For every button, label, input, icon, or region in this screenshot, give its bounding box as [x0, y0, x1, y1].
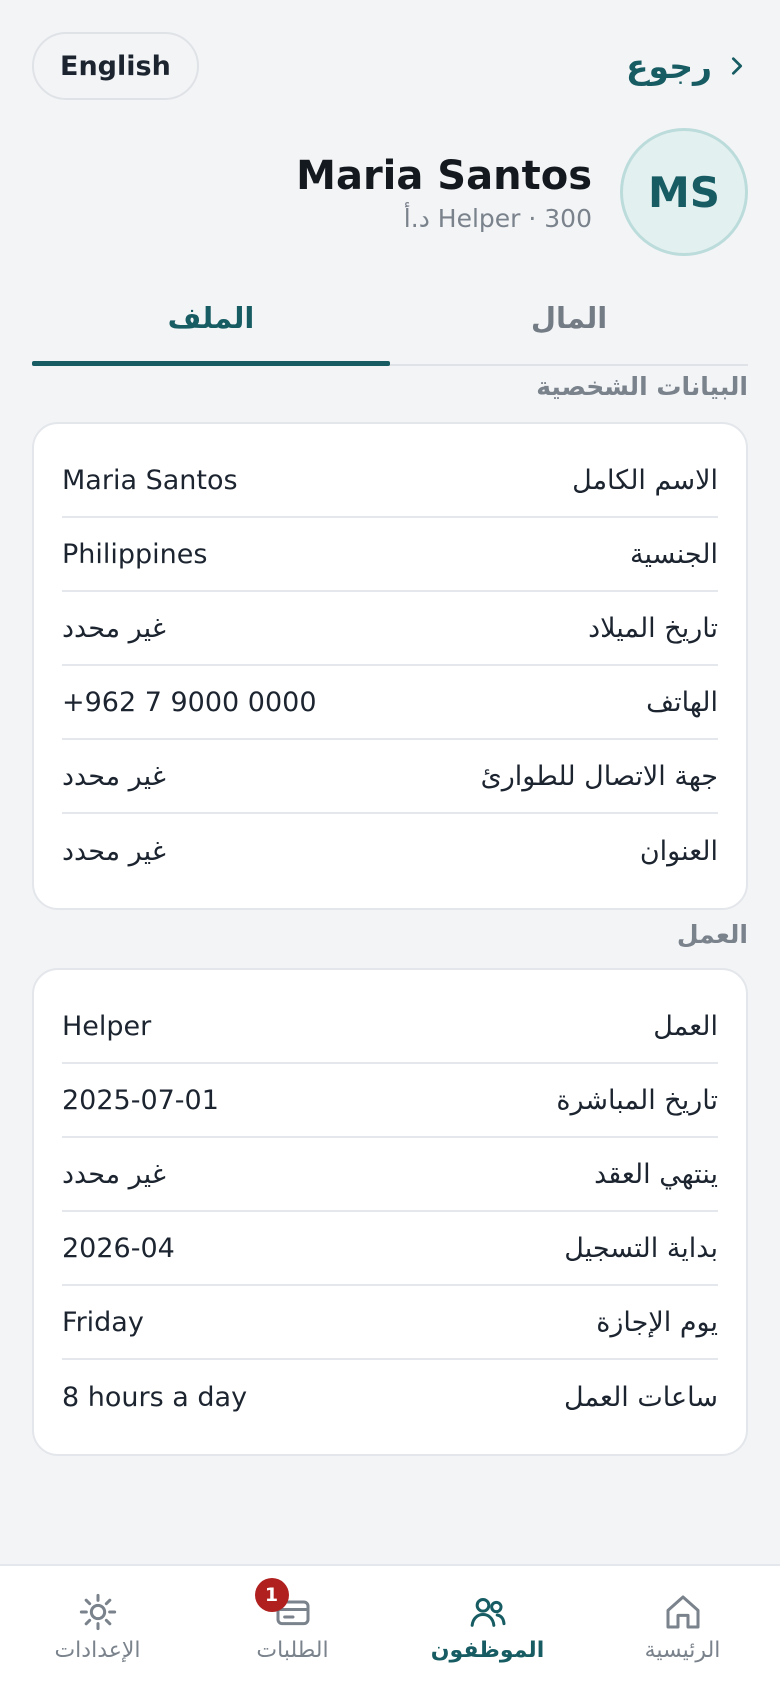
info-row: الاسم الكامل Maria Santos: [62, 444, 718, 518]
row-label: العنوان: [639, 835, 718, 867]
info-row: تاريخ الميلاد غير محدد: [62, 592, 718, 666]
row-value: 2025-07-01: [62, 1084, 219, 1116]
row-label: ساعات العمل: [564, 1381, 718, 1413]
row-value: غير محدد: [62, 1158, 166, 1190]
employee-subtitle: Helper · 300 د.أ: [403, 203, 592, 233]
info-row: العنوان غير محدد: [62, 814, 718, 888]
info-row: جهة الاتصال للطوارئ غير محدد: [62, 740, 718, 814]
row-value: Maria Santos: [62, 464, 238, 496]
info-row: ينتهي العقد غير محدد: [62, 1138, 718, 1212]
row-value: غير محدد: [62, 612, 166, 644]
top-bar: English رجوع: [32, 32, 748, 100]
nav-label: الموظفون: [430, 1637, 545, 1663]
employee-name: Maria Santos: [296, 152, 592, 199]
row-label: تاريخ المباشرة: [556, 1084, 718, 1116]
bottom-nav: الرئيسية الموظفون 1 الطلبات الإعدادات: [0, 1564, 780, 1688]
info-row: العمل Helper: [62, 990, 718, 1064]
avatar: MS: [620, 128, 748, 256]
card-icon: 1: [254, 1577, 313, 1632]
info-row: يوم الإجازة Friday: [62, 1286, 718, 1360]
profile-header: MS Maria Santos Helper · 300 د.أ: [296, 128, 748, 256]
info-row: الجنسية Philippines: [62, 518, 718, 592]
work-info-card: العمل Helper تاريخ المباشرة 2025-07-01 ينت…: [32, 968, 748, 1456]
settings-icon: [78, 1592, 118, 1632]
personal-section-title: البيانات الشخصية: [536, 372, 748, 401]
row-label: الهاتف: [646, 686, 718, 718]
people-icon: [468, 1592, 508, 1632]
nav-item-employees[interactable]: الموظفون: [390, 1566, 585, 1688]
back-label: رجوع: [625, 46, 712, 86]
row-label: الاسم الكامل: [572, 464, 718, 496]
language-toggle-button[interactable]: English: [32, 32, 199, 100]
nav-label: الطلبات: [256, 1637, 329, 1663]
info-row: الهاتف +962 7 9000 0000: [62, 666, 718, 740]
nav-item-home[interactable]: الرئيسية: [585, 1566, 780, 1688]
row-value: 2026-04: [62, 1232, 175, 1264]
tab-money[interactable]: المال: [390, 280, 748, 364]
row-label: يوم الإجازة: [596, 1306, 718, 1338]
home-icon: [663, 1592, 703, 1632]
row-value: +962 7 9000 0000: [62, 686, 317, 718]
row-value: Philippines: [62, 538, 208, 570]
personal-info-card: الاسم الكامل Maria Santos الجنسية Philippi…: [32, 422, 748, 910]
info-row: تاريخ المباشرة 2025-07-01: [62, 1064, 718, 1138]
row-value: 8 hours a day: [62, 1381, 248, 1413]
info-row: بداية التسجيل 2026-04: [62, 1212, 718, 1286]
back-button[interactable]: رجوع: [626, 47, 748, 86]
nav-label: الرئيسية: [644, 1637, 721, 1663]
row-label: تاريخ الميلاد: [588, 612, 718, 644]
chevron-right-icon: [731, 57, 743, 75]
nav-item-requests[interactable]: 1 الطلبات: [195, 1566, 390, 1688]
info-row: ساعات العمل 8 hours a day: [62, 1360, 718, 1434]
tab-profile[interactable]: الملف: [32, 280, 390, 366]
work-section-title: العمل: [676, 920, 748, 949]
row-label: ينتهي العقد: [594, 1158, 718, 1190]
row-value: غير محدد: [62, 835, 166, 867]
nav-label: الإعدادات: [54, 1637, 141, 1663]
row-label: جهة الاتصال للطوارئ: [480, 760, 718, 792]
row-value: Helper: [62, 1010, 152, 1042]
row-value: Friday: [62, 1306, 144, 1338]
row-label: العمل: [653, 1010, 718, 1042]
profile-info: Maria Santos Helper · 300 د.أ: [296, 152, 592, 233]
row-label: بداية التسجيل: [564, 1232, 718, 1264]
tab-bar: الملف المال: [32, 280, 748, 366]
row-value: غير محدد: [62, 760, 166, 792]
requests-count-badge: 1: [254, 1577, 289, 1612]
nav-item-settings[interactable]: الإعدادات: [0, 1566, 195, 1688]
row-label: الجنسية: [629, 538, 718, 570]
